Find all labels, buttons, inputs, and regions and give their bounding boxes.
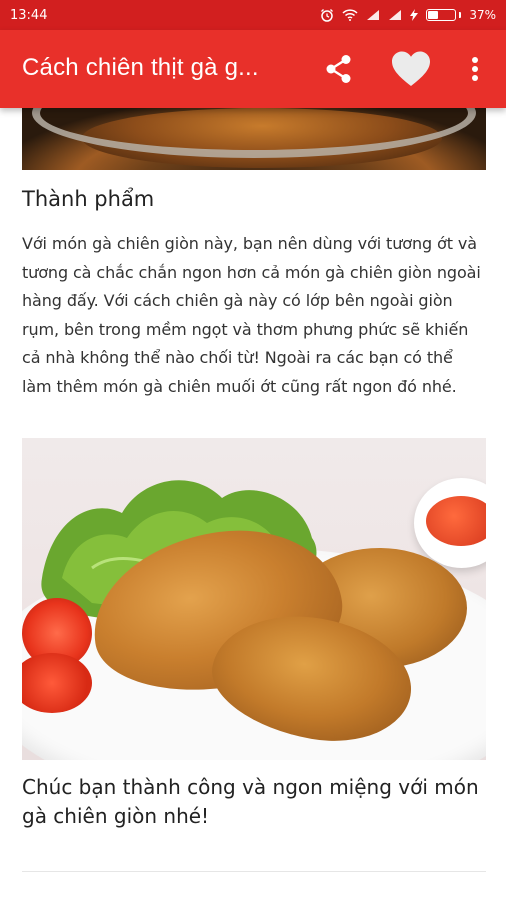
article-paragraph: Với món gà chiên giòn này, bạn nên dùng … [22,234,481,396]
status-bar: 13:44 37% [0,0,506,30]
section-title: Thành phẩm [22,187,155,211]
alarm-icon [321,9,334,22]
share-button[interactable] [322,52,356,86]
battery-fill [428,11,438,19]
charging-icon [410,9,419,21]
divider [22,871,486,872]
signal-icon [367,10,380,20]
share-icon [326,55,351,83]
more-vert-icon [472,57,478,81]
favorite-button[interactable] [388,48,434,90]
battery-icon [426,9,462,21]
status-icons: 37% [320,8,496,22]
heart-icon [392,51,430,86]
wifi-icon [342,9,358,21]
status-time: 13:44 [10,7,48,23]
fried-chicken-image [22,438,486,760]
battery-percent: 37% [469,8,496,22]
page-title: Cách chiên thịt gà g... [22,54,259,81]
frying-pan-image [22,108,486,170]
signal-icon-2 [389,10,402,20]
app-bar: Cách chiên thịt gà g... [0,30,506,108]
closing-message: Chúc bạn thành công và ngon miệng với mó… [22,775,479,828]
more-options-button[interactable] [462,52,488,86]
article-content[interactable]: Thành phẩm Với món gà chiên giòn này, bạ… [0,108,506,900]
